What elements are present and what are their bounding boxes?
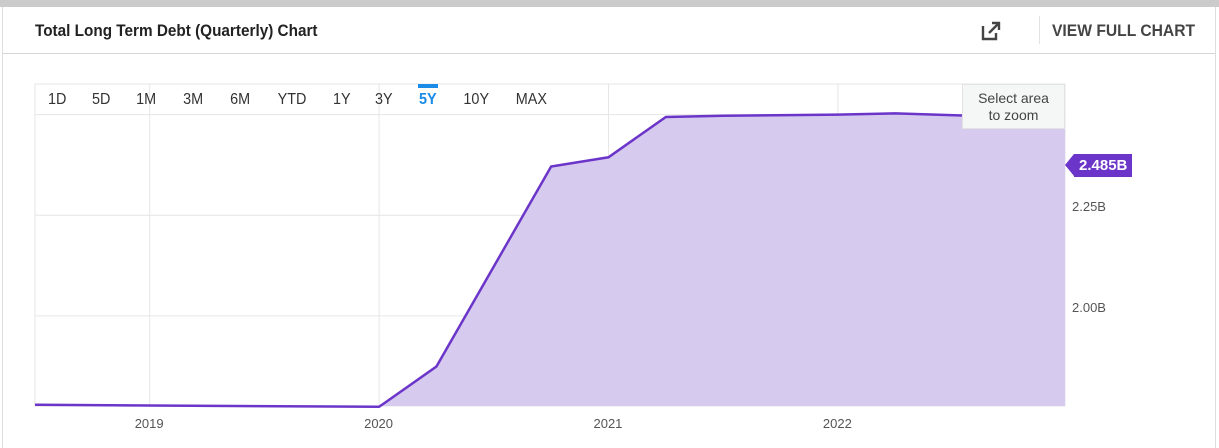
- range-3y[interactable]: 3Y: [375, 91, 393, 109]
- range-1m[interactable]: 1M: [136, 91, 156, 109]
- range-5y[interactable]: 5Y: [419, 91, 437, 109]
- last-value-label: 2.485B: [1064, 154, 1133, 177]
- zoom-hint-line1: Select area: [978, 90, 1049, 106]
- range-max[interactable]: MAX: [516, 91, 547, 109]
- x-tick-label: 2019: [134, 416, 164, 431]
- x-tick-label: 2020: [364, 416, 394, 431]
- active-range-indicator: [418, 84, 438, 88]
- range-1y[interactable]: 1Y: [333, 91, 351, 109]
- zoom-hint-line2: to zoom: [988, 107, 1039, 123]
- x-tick-label: 2022: [822, 416, 852, 431]
- range-3m[interactable]: 3M: [183, 91, 203, 109]
- y-tick-label: 2.25B: [1072, 199, 1106, 215]
- range-ytd[interactable]: YTD: [278, 91, 307, 109]
- y-tick-label: 2.00B: [1072, 299, 1106, 315]
- range-10y[interactable]: 10Y: [463, 91, 489, 109]
- zoom-hint: Select area to zoom: [962, 84, 1065, 129]
- range-6m[interactable]: 6M: [230, 91, 250, 109]
- x-tick-label: 2021: [593, 416, 623, 431]
- range-1d[interactable]: 1D: [48, 91, 66, 109]
- area-fill: [35, 113, 1065, 407]
- range-5d[interactable]: 5D: [92, 91, 110, 109]
- chart-plot[interactable]: [0, 0, 1219, 448]
